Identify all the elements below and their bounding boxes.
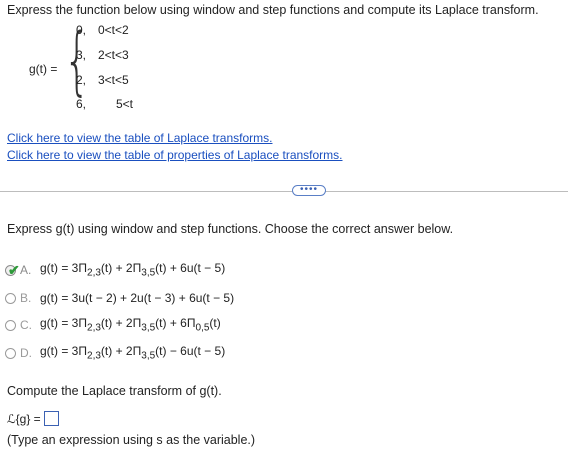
option-letter: C. <box>20 318 32 332</box>
function-label: g(t) = <box>29 62 58 76</box>
option-c[interactable]: C. g(t) = 3Π2,3(t) + 2Π3,5(t) + 6Π0,5(t) <box>5 316 221 334</box>
sub-question: Express g(t) using window and step funct… <box>7 222 454 236</box>
laplace-label: ℒ{g} = <box>7 411 41 426</box>
expand-button[interactable]: •••• <box>292 185 326 196</box>
case-condition: 3<t<5 <box>98 73 129 87</box>
radio-icon[interactable] <box>5 319 16 331</box>
option-expression: g(t) = 3Π2,3(t) + 2Π3,5(t) + 6Π0,5(t) <box>40 316 221 334</box>
case-condition: 5<t <box>116 97 134 111</box>
case-value: 2, <box>76 73 87 87</box>
case-condition: 2<t<3 <box>98 48 129 62</box>
question-prompt: Express the function below using window … <box>7 3 539 17</box>
radio-icon[interactable] <box>5 292 16 304</box>
option-letter: D. <box>20 346 32 360</box>
answer-input[interactable] <box>43 411 59 426</box>
checkmark-icon: ✔ <box>8 261 20 278</box>
laplace-answer-row: ℒ{g} = <box>7 411 59 426</box>
option-expression: g(t) = 3u(t − 2) + 2u(t − 3) + 6u(t − 5) <box>40 291 235 305</box>
option-letter: B. <box>20 291 32 305</box>
section-divider <box>0 191 568 192</box>
case-value: 3, <box>76 48 87 62</box>
case-value: 6, <box>76 97 87 111</box>
option-a[interactable]: ✔ A. g(t) = 3Π2,3(t) + 2Π3,5(t) + 6u(t −… <box>5 261 226 279</box>
option-letter: A. <box>20 263 32 277</box>
laplace-properties-link[interactable]: Click here to view the table of properti… <box>7 148 343 162</box>
option-b[interactable]: B. g(t) = 3u(t − 2) + 2u(t − 3) + 6u(t −… <box>5 290 234 306</box>
radio-icon[interactable] <box>5 347 16 359</box>
input-hint: (Type an expression using s as the varia… <box>7 433 256 447</box>
case-condition: 0<t<2 <box>98 23 129 37</box>
option-d[interactable]: D. g(t) = 3Π2,3(t) + 2Π3,5(t) − 6u(t − 5… <box>5 344 226 362</box>
case-value: 0, <box>76 23 87 37</box>
radio-selected-icon[interactable]: ✔ <box>5 262 20 278</box>
option-expression: g(t) = 3Π2,3(t) + 2Π3,5(t) + 6u(t − 5) <box>40 261 226 279</box>
laplace-table-link[interactable]: Click here to view the table of Laplace … <box>7 131 272 145</box>
option-expression: g(t) = 3Π2,3(t) + 2Π3,5(t) − 6u(t − 5) <box>40 344 226 362</box>
compute-prompt: Compute the Laplace transform of g(t). <box>7 384 222 398</box>
